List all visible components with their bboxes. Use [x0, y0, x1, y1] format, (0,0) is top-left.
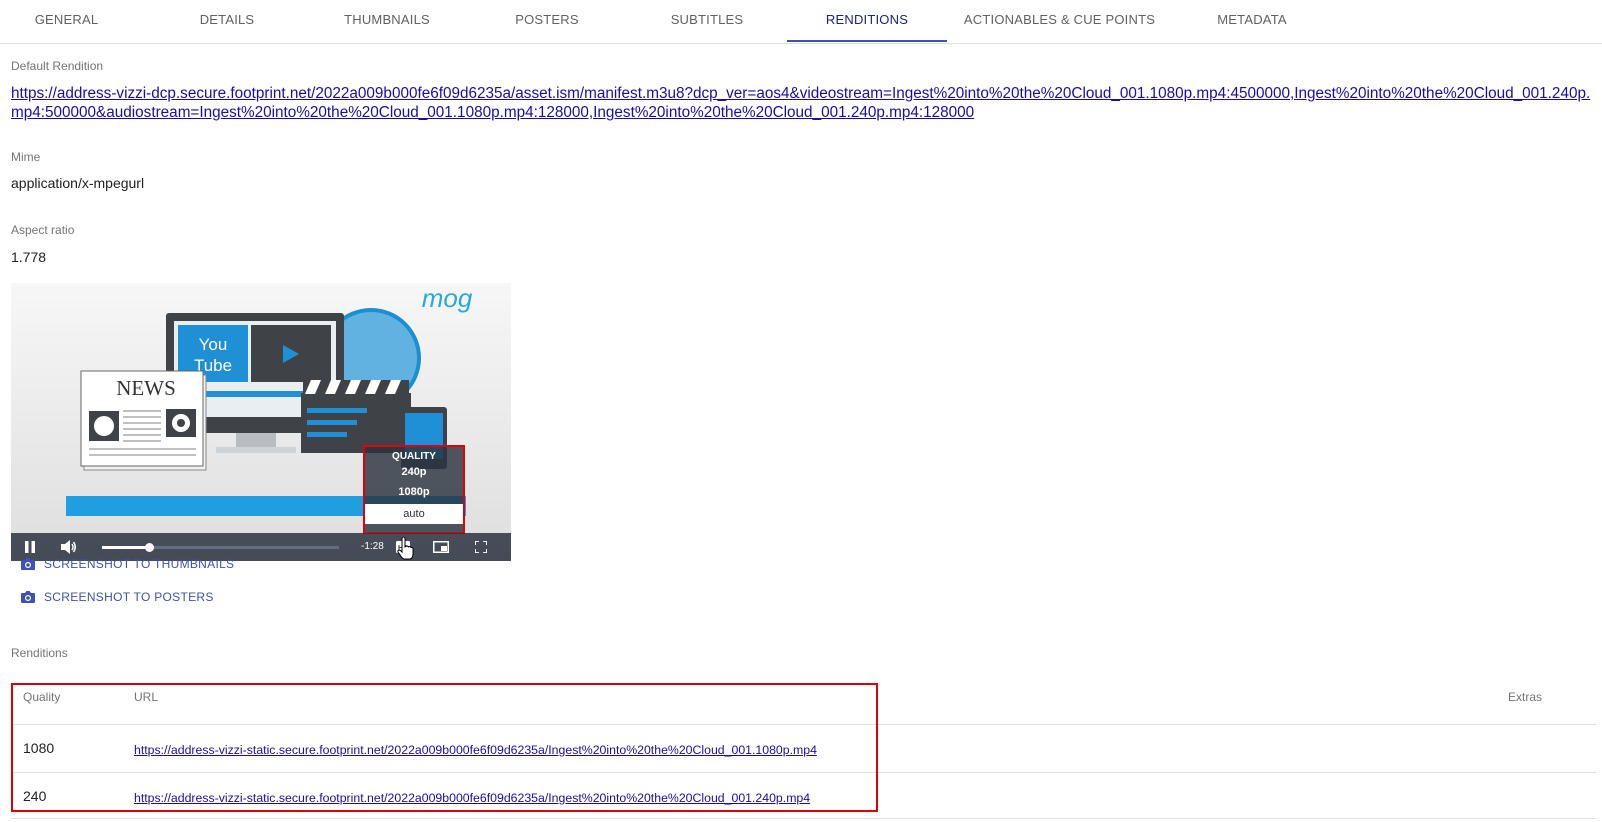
progress-fill	[102, 546, 150, 549]
tab-renditions[interactable]: RENDITIONS	[787, 0, 947, 42]
picture-in-picture-icon	[433, 541, 449, 553]
tab-details[interactable]: DETAILS	[147, 0, 307, 42]
hand-cursor-icon	[397, 537, 414, 560]
fullscreen-icon	[474, 540, 488, 554]
screenshot-to-thumbnails-label: SCREENSHOT TO THUMBNAILS	[44, 556, 235, 571]
column-header-extras: Extras	[1508, 690, 1543, 704]
newspaper-headline: NEWS	[116, 376, 176, 400]
tab-general[interactable]: GENERAL	[0, 0, 133, 42]
tab-metadata[interactable]: METADATA	[1172, 0, 1332, 42]
quality-option-1080p[interactable]: 1080p	[365, 482, 463, 502]
tab-actionables-cue-points[interactable]: ACTIONABLES & CUE POINTS	[947, 0, 1172, 42]
quality-option-240p[interactable]: 240p	[365, 462, 463, 482]
youtube-text-top: You	[199, 335, 228, 354]
fullscreen-button[interactable]	[466, 533, 496, 561]
renditions-highlight-box	[11, 683, 878, 812]
renditions-label: Renditions	[11, 646, 68, 660]
camera-icon	[21, 557, 35, 570]
picture-in-picture-button[interactable]	[426, 533, 456, 561]
tab-posters[interactable]: POSTERS	[467, 0, 627, 42]
screenshot-to-posters-label: SCREENSHOT TO POSTERS	[44, 589, 214, 604]
quality-option-auto[interactable]: auto	[365, 504, 463, 524]
default-rendition-label: Default Rendition	[11, 59, 104, 73]
default-rendition-url[interactable]: https://address-vizzi-dcp.secure.footpri…	[11, 84, 1596, 122]
volume-icon	[61, 540, 76, 554]
aspect-ratio-value: 1.778	[11, 249, 47, 265]
aspect-ratio-label: Aspect ratio	[11, 223, 75, 237]
mime-value: application/x-mpegurl	[11, 175, 145, 191]
tab-thumbnails[interactable]: THUMBNAILS	[307, 0, 467, 42]
quality-menu: QUALITY 240p 1080p auto	[363, 445, 465, 534]
pause-icon	[25, 541, 35, 553]
tab-subtitles[interactable]: SUBTITLES	[627, 0, 787, 42]
time-remaining: -1:28	[361, 541, 384, 552]
quality-menu-title: QUALITY	[392, 451, 436, 462]
screenshot-to-thumbnails-button[interactable]: SCREENSHOT TO THUMBNAILS	[20, 556, 234, 576]
progress-bar[interactable]	[102, 543, 339, 552]
screenshot-to-posters-button[interactable]: SCREENSHOT TO POSTERS	[20, 589, 214, 609]
video-player[interactable]: You Tube NEWS mog QUALITY 240p 1080p aut…	[11, 283, 511, 561]
row-divider	[11, 818, 1596, 819]
progress-handle[interactable]	[145, 543, 155, 552]
mime-label: Mime	[11, 150, 41, 164]
mog-logo: mog	[422, 283, 473, 313]
camera-icon	[21, 590, 35, 603]
tab-bar: GENERAL DETAILS THUMBNAILS POSTERS SUBTI…	[0, 0, 1602, 44]
